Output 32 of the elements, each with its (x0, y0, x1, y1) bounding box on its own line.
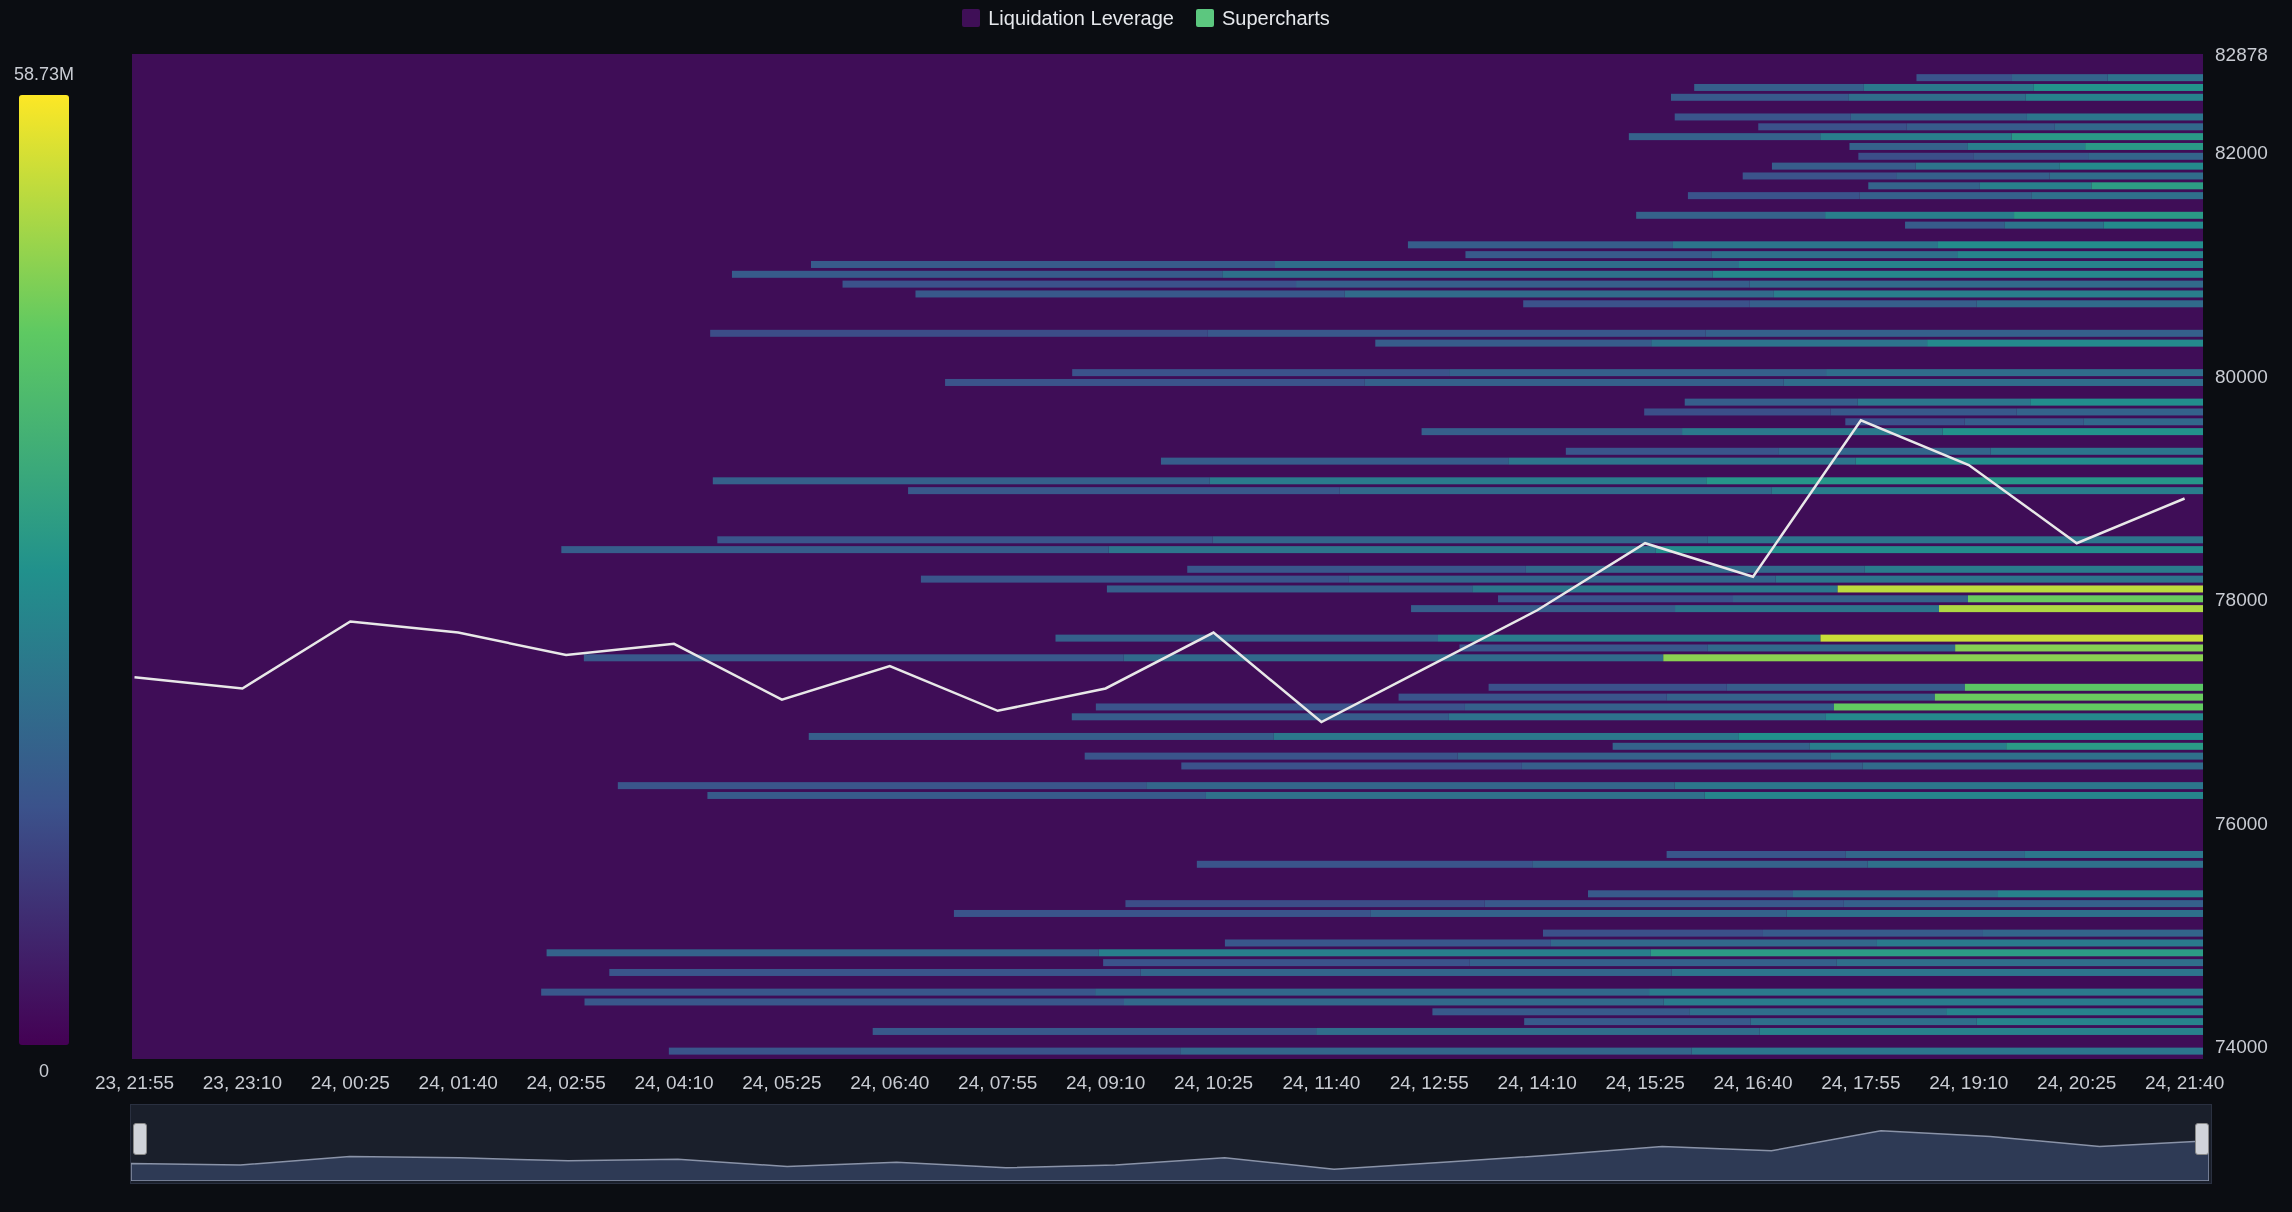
x-axis-label: 24, 21:40 (2145, 1072, 2225, 1093)
x-axis-label: 24, 00:25 (310, 1072, 390, 1093)
x-axis-label: 24, 10:25 (1173, 1072, 1254, 1093)
x-axis-label: 24, 19:10 (1929, 1072, 2009, 1093)
x-axis-label: 23, 21:55 (94, 1072, 175, 1093)
x-axis-label: 23, 23:10 (202, 1072, 282, 1093)
x-axis-label: 24, 09:10 (1065, 1072, 1146, 1093)
x-axis-label: 24, 07:55 (958, 1072, 1038, 1093)
x-axis-label: 24, 17:55 (1821, 1072, 1901, 1093)
x-axis-label: 24, 02:55 (526, 1072, 606, 1093)
y-axis-label: 80000 (2215, 365, 2268, 387)
x-axis-label: 24, 01:40 (418, 1072, 498, 1093)
range-handle[interactable] (133, 1123, 147, 1155)
x-axis-label: 24, 14:10 (1497, 1072, 1577, 1093)
x-axis-label: 24, 20:25 (2037, 1072, 2117, 1093)
legend-label[interactable]: Supercharts (1221, 6, 1330, 30)
x-axis-label: 24, 06:40 (850, 1072, 930, 1093)
x-axis-label: 24, 16:40 (1713, 1072, 1793, 1093)
scale-min-label: 0 (39, 1061, 49, 1082)
x-axis-label: 24, 11:40 (1282, 1072, 1361, 1093)
y-axis-label: 78000 (2215, 589, 2268, 611)
y-axis-label: 76000 (2215, 812, 2268, 834)
x-axis-label: 24, 05:25 (742, 1072, 822, 1093)
scale-max-label: 58.73M (13, 64, 74, 85)
legend-label[interactable]: Liquidation Leverage (988, 6, 1174, 30)
range-handle[interactable] (2195, 1123, 2209, 1155)
x-axis-label: 24, 12:55 (1389, 1072, 1469, 1093)
x-axis-label: 24, 04:10 (634, 1072, 714, 1093)
y-axis-label: 82878 (2215, 44, 2268, 65)
y-axis-label: 74000 (2215, 1036, 2268, 1058)
y-axis-label: 82000 (2215, 142, 2268, 164)
x-axis-label: 24, 15:25 (1605, 1072, 1685, 1093)
